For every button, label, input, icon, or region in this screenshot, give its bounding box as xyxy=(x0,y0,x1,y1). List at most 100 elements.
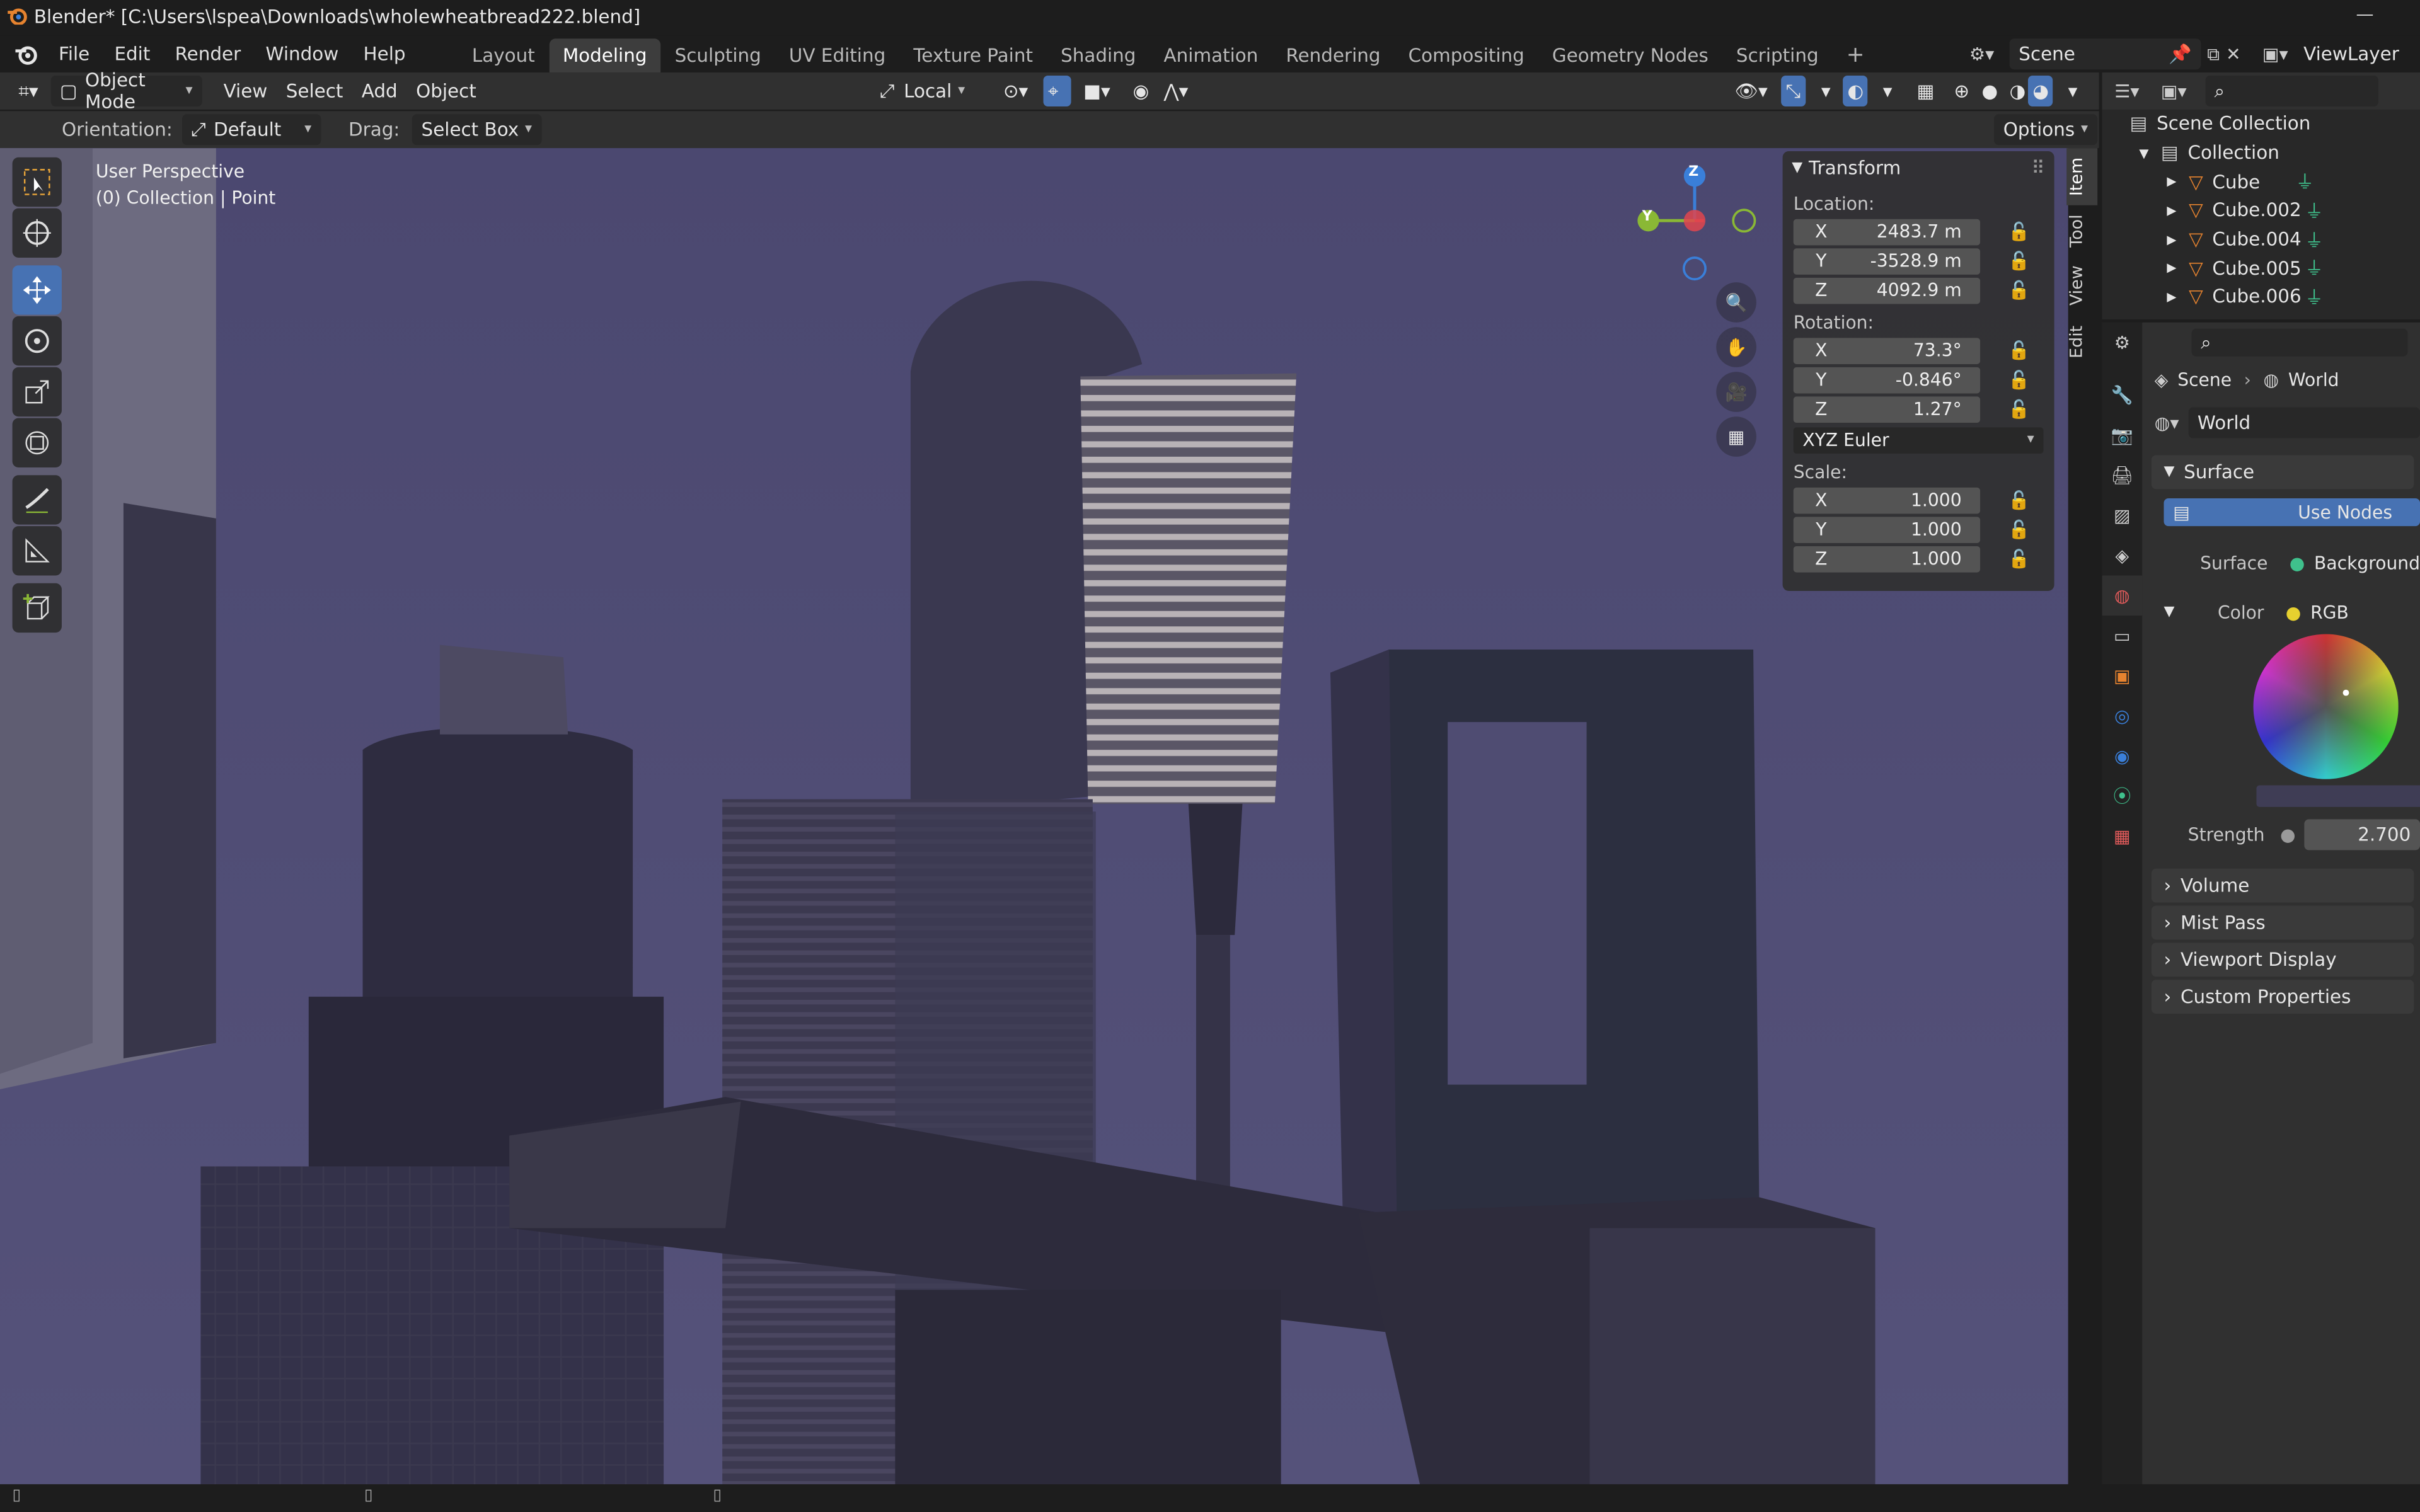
lock-icon[interactable]: 🔓 xyxy=(2008,340,2030,361)
location-y-field[interactable]: Y -3528.9 m xyxy=(1793,248,1981,274)
outliner-search-input[interactable]: ⌕ xyxy=(2204,76,2378,106)
add-workspace-icon[interactable]: + xyxy=(1833,38,1879,72)
cursor-icon[interactable] xyxy=(12,208,62,258)
location-z-field[interactable]: Z 4092.9 m xyxy=(1793,277,1981,304)
render-tab-icon[interactable]: 📷 xyxy=(2102,415,2143,455)
tool-tab-icon[interactable]: 🔧 xyxy=(2102,375,2143,415)
menu-view[interactable]: View xyxy=(214,76,277,106)
scale-y-field[interactable]: Y 1.000 xyxy=(1793,516,1981,542)
menu-edit[interactable]: Edit xyxy=(102,35,163,72)
lock-icon[interactable]: 🔓 xyxy=(2008,279,2030,301)
texture-tab-icon[interactable]: ▦ xyxy=(2102,816,2143,857)
output-tab-icon[interactable]: 🖨 xyxy=(2102,455,2143,495)
outliner-editor-icon[interactable]: ☰▾ xyxy=(2114,80,2139,101)
tab-tool[interactable]: Tool xyxy=(2066,205,2097,257)
drag-dropdown[interactable]: Select Box ▾ xyxy=(412,114,541,146)
tab-layout[interactable]: Layout xyxy=(458,38,549,72)
rendered-shading-icon[interactable]: ◕ xyxy=(2027,76,2054,106)
options-dropdown[interactable]: Options ▾ xyxy=(1994,114,2097,146)
tab-uv-editing[interactable]: UV Editing xyxy=(775,38,899,72)
rotation-mode-dropdown[interactable]: XYZ Euler ▾ xyxy=(1793,427,2044,453)
overlays-dropdown-icon[interactable]: ▾ xyxy=(1874,76,1901,106)
expand-chevron-icon[interactable]: ▶ xyxy=(2167,203,2176,217)
transform-icon[interactable] xyxy=(12,418,62,468)
3d-viewport[interactable]: User Perspective (0) Collection | Point … xyxy=(0,148,2068,1484)
scale-icon[interactable] xyxy=(12,367,62,417)
tab-scripting[interactable]: Scripting xyxy=(1722,38,1833,72)
lock-icon[interactable]: 🔓 xyxy=(2008,250,2030,272)
lock-icon[interactable]: 🔓 xyxy=(2008,489,2030,510)
menu-select[interactable]: Select xyxy=(277,76,352,106)
overlays-icon[interactable]: ◐ xyxy=(1843,76,1869,106)
mode-dropdown[interactable]: ▢ Object Mode ▾ xyxy=(50,69,202,113)
transform-space-dropdown[interactable]: ⤢ Local ▾ xyxy=(870,76,981,106)
color-wheel-cursor[interactable] xyxy=(2342,689,2349,696)
scene-type-icon[interactable]: ⚙▾ xyxy=(1969,43,2010,65)
proportional-edit-icon[interactable]: ◉ xyxy=(1124,76,1158,106)
expand-chevron-icon[interactable]: ▼ xyxy=(2139,146,2148,160)
color-wheel[interactable] xyxy=(2253,634,2399,779)
add-cube-icon[interactable] xyxy=(12,583,62,633)
lock-icon[interactable]: 🔓 xyxy=(2008,398,2030,420)
tab-compositing[interactable]: Compositing xyxy=(1395,38,1538,72)
world-browse-icon[interactable]: ◍▾ xyxy=(2155,412,2179,433)
measure-icon[interactable] xyxy=(12,526,62,576)
expand-chevron-icon[interactable]: ▼ xyxy=(2164,605,2174,620)
outliner-item[interactable]: ▶ ▽ Cube ⏚ xyxy=(2102,167,2420,196)
lock-icon[interactable]: 🔓 xyxy=(2008,220,2030,242)
outliner-collection[interactable]: ▼ ▤ Collection xyxy=(2102,139,2420,168)
menu-add[interactable]: Add xyxy=(352,76,406,106)
blender-menu-icon[interactable] xyxy=(6,37,47,71)
display-mode-icon[interactable]: ▣▾ xyxy=(2161,80,2187,101)
tab-animation[interactable]: Animation xyxy=(1150,38,1272,72)
xray-icon[interactable]: ▦ xyxy=(1908,76,1944,106)
outliner-item[interactable]: ▶ ▽ Cube.006 ⏚ xyxy=(2102,282,2420,311)
viewport-display-panel-header[interactable]: › Viewport Display xyxy=(2151,942,2414,977)
mist-pass-panel-header[interactable]: › Mist Pass xyxy=(2151,905,2414,940)
properties-search-input[interactable]: ⌕ xyxy=(2191,328,2408,357)
lock-icon[interactable]: 🔓 xyxy=(2008,547,2030,569)
shading-dropdown-icon[interactable]: ▾ xyxy=(2059,76,2087,106)
menu-help[interactable]: Help xyxy=(351,35,418,72)
lock-icon[interactable]: 🔓 xyxy=(2008,369,2030,390)
view-layer-field[interactable]: ViewLayer xyxy=(2294,38,2420,69)
scale-x-field[interactable]: X 1.000 xyxy=(1793,486,1981,513)
ortho-grid-icon[interactable]: ▦ xyxy=(1716,416,1756,457)
expand-chevron-icon[interactable]: ▶ xyxy=(2167,290,2176,304)
annotate-icon[interactable] xyxy=(12,475,62,525)
pin-icon[interactable]: 📌 xyxy=(2169,43,2192,65)
select-box-icon[interactable] xyxy=(12,157,62,207)
location-x-field[interactable]: X 2483.7 m xyxy=(1793,218,1981,245)
outliner-item[interactable]: ▶ ▽ Cube.004 ⏚ xyxy=(2102,225,2420,254)
strength-field[interactable]: 2.700 xyxy=(2305,819,2420,850)
world-tab-icon[interactable]: ◍ xyxy=(2102,575,2143,616)
gizmo-toggle-icon[interactable]: ⤡ xyxy=(1781,76,1806,106)
volume-panel-header[interactable]: › Volume xyxy=(2151,868,2414,903)
snap-target-icon[interactable]: ■▾ xyxy=(1075,76,1120,106)
menu-object[interactable]: Object xyxy=(406,76,485,106)
scale-z-field[interactable]: Z 1.000 xyxy=(1793,545,1981,572)
expand-chevron-icon[interactable]: ▶ xyxy=(2167,232,2176,246)
transform-panel-header[interactable]: ▼ Transform ⠿ xyxy=(1783,151,2054,185)
rotate-icon[interactable] xyxy=(12,316,62,366)
color-input-field[interactable]: RGB xyxy=(2310,602,2349,623)
properties-editor-type-icon[interactable]: ⚙ xyxy=(2102,323,2143,363)
expand-chevron-icon[interactable]: ▶ xyxy=(2167,261,2176,275)
physics-tab-icon[interactable]: ◉ xyxy=(2102,736,2143,776)
navigation-gizmo[interactable]: Z Y xyxy=(1630,164,1768,287)
rotation-y-field[interactable]: Y -0.846° xyxy=(1793,366,1981,393)
minimize-button[interactable]: — xyxy=(2356,3,2373,25)
drag-handle-icon[interactable]: ⠿ xyxy=(2031,158,2045,179)
editor-type-icon[interactable]: ⌗▾ xyxy=(9,76,48,106)
outliner-item[interactable]: ▶ ▽ Cube.002 ⏚ xyxy=(2102,196,2420,225)
delete-scene-icon[interactable]: ✕ xyxy=(2226,43,2241,65)
collection-tab-icon[interactable]: ▭ xyxy=(2102,616,2143,656)
scene-tab-icon[interactable]: ◈ xyxy=(2102,536,2143,576)
tab-shading[interactable]: Shading xyxy=(1047,38,1150,72)
menu-window[interactable]: Window xyxy=(253,35,351,72)
pivot-icon[interactable]: ⊙▾ xyxy=(994,76,1037,106)
world-name-field[interactable]: World xyxy=(2188,407,2420,438)
lock-icon[interactable]: 🔓 xyxy=(2008,518,2030,540)
gizmo-dropdown-icon[interactable]: ▾ xyxy=(1812,76,1840,106)
move-icon[interactable] xyxy=(12,265,62,315)
